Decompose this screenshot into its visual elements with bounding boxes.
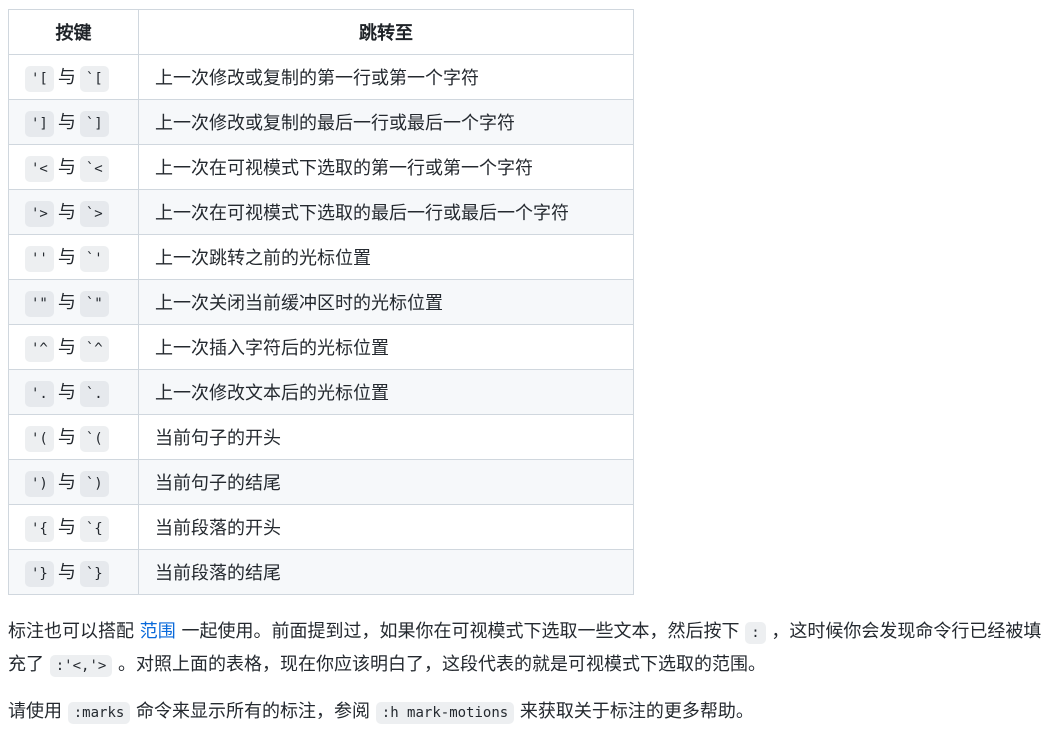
table-row: '(与 `(当前句子的开头: [8, 414, 634, 460]
mark-key-backtick: `(: [79, 425, 109, 452]
key-cell: '} 与 `}: [8, 549, 139, 595]
jump-description: 上一次修改文本后的光标位置: [138, 369, 634, 415]
table-header-row: 按键 跳转至: [8, 9, 634, 55]
jump-description: 当前句子的结尾: [138, 459, 634, 505]
mark-key-quote: '>: [25, 200, 54, 227]
connector-text: 与: [57, 246, 76, 268]
mark-key-quote: '{: [25, 515, 54, 542]
connector-text: 与: [57, 291, 76, 313]
jump-description: 上一次在可视模式下选取的最后一行或最后一个字符: [138, 189, 634, 235]
header-jump-to: 跳转至: [138, 9, 634, 55]
key-cell: '(与 `(: [8, 414, 139, 460]
key-cell: '{与 `{: [8, 504, 139, 550]
mark-key-backtick: `]: [79, 110, 109, 137]
table-row: '] 与 `] 上一次修改或复制的最后一行或最后一个字符: [8, 99, 634, 145]
connector-text: 与: [57, 336, 76, 358]
table-row: '[与 `[上一次修改或复制的第一行或第一个字符: [8, 54, 634, 100]
jump-description: 上一次修改或复制的最后一行或最后一个字符: [138, 99, 634, 145]
connector-text: 与: [57, 381, 76, 403]
mark-key-quote: '[: [25, 65, 54, 92]
connector-text: 与: [57, 201, 76, 223]
mark-key-quote: '}: [25, 560, 54, 587]
marks-command-code: :marks: [67, 702, 131, 724]
jump-description: 上一次跳转之前的光标位置: [138, 234, 634, 280]
mark-key-backtick: `.: [79, 380, 109, 407]
mark-key-quote: '': [25, 245, 54, 272]
table-body: '[与 `[上一次修改或复制的第一行或第一个字符 '] 与 `] 上一次修改或复制的最后一…: [8, 54, 634, 595]
header-keys: 按键: [8, 9, 139, 55]
connector-text: 与: [57, 156, 76, 178]
table-row: '} 与 `} 当前段落的结尾: [8, 549, 634, 595]
mark-key-backtick: `": [79, 290, 109, 317]
para2-text-a: 请使用: [8, 701, 68, 722]
table-row: '{与 `{当前段落的开头: [8, 504, 634, 550]
mark-key-quote: '.: [25, 380, 54, 407]
key-cell: '> 与 `>: [8, 189, 139, 235]
paragraph-marks-help: 请使用 :marks 命令来显示所有的标注，参阅 :h mark-motions…: [8, 696, 1055, 729]
connector-text: 与: [57, 471, 76, 493]
key-cell: '< 与 `<: [8, 144, 139, 190]
mark-key-backtick: `': [79, 245, 109, 272]
connector-text: 与: [57, 516, 76, 538]
para1-text-b: 一起使用。前面提到过，如果你在可视模式下选取一些文本，然后按下: [175, 621, 746, 642]
jump-description: 上一次修改或复制的第一行或第一个字符: [138, 54, 634, 100]
mark-key-backtick: `{: [79, 515, 109, 542]
paragraph-range-usage: 标注也可以搭配 范围 一起使用。前面提到过，如果你在可视模式下选取一些文本，然后…: [8, 616, 1055, 682]
table-row: '^ 与 `^ 上一次插入字符后的光标位置: [8, 324, 634, 370]
mark-key-quote: '^: [25, 335, 54, 362]
mark-key-backtick: `}: [79, 560, 109, 587]
mark-key-backtick: `): [79, 470, 109, 497]
document: 按键 跳转至 '[与 `[上一次修改或复制的第一行或第一个字符 '] 与 `] 上一次修改…: [0, 0, 1055, 733]
help-command-code: :h mark-motions: [375, 702, 515, 724]
key-cell: '" 与 `": [8, 279, 139, 325]
table-row: '< 与 `< 上一次在可视模式下选取的第一行或第一个字符: [8, 144, 634, 190]
table-row: '. 与 `. 上一次修改文本后的光标位置: [8, 369, 634, 415]
connector-text: 与: [57, 66, 76, 88]
mark-key-quote: ']: [25, 110, 54, 137]
mark-key-quote: '": [25, 290, 54, 317]
mark-key-quote: '(: [25, 425, 54, 452]
para1-text-a: 标注也可以搭配: [8, 621, 140, 642]
mark-key-quote: '): [25, 470, 54, 497]
mark-key-backtick: `^: [79, 335, 109, 362]
connector-text: 与: [57, 111, 76, 133]
para1-text-d: 。对照上面的表格，现在你应该明白了，这段代表的就是可视模式下选取的范围。: [112, 654, 767, 675]
range-link[interactable]: 范围: [140, 621, 176, 642]
para2-text-c: 来获取关于标注的更多帮助。: [514, 701, 754, 722]
colon-code: :: [745, 622, 766, 644]
jump-description: 上一次关闭当前缓冲区时的光标位置: [138, 279, 634, 325]
marks-table: 按键 跳转至 '[与 `[上一次修改或复制的第一行或第一个字符 '] 与 `] 上一次修改…: [8, 9, 634, 595]
jump-description: 当前段落的开头: [138, 504, 634, 550]
jump-description: 当前句子的开头: [138, 414, 634, 460]
table-row: '" 与 `" 上一次关闭当前缓冲区时的光标位置: [8, 279, 634, 325]
jump-description: 上一次在可视模式下选取的第一行或第一个字符: [138, 144, 634, 190]
visual-range-code: :'<,'>: [49, 655, 113, 677]
table-row: ') 与 `) 当前句子的结尾: [8, 459, 634, 505]
table-row: '' 与 `' 上一次跳转之前的光标位置: [8, 234, 634, 280]
key-cell: '[与 `[: [8, 54, 139, 100]
connector-text: 与: [57, 561, 76, 583]
mark-key-quote: '<: [25, 155, 54, 182]
mark-key-backtick: `[: [79, 65, 109, 92]
key-cell: '] 与 `]: [8, 99, 139, 145]
key-cell: '^ 与 `^: [8, 324, 139, 370]
table-row: '> 与 `> 上一次在可视模式下选取的最后一行或最后一个字符: [8, 189, 634, 235]
key-cell: '. 与 `.: [8, 369, 139, 415]
mark-key-backtick: `<: [79, 155, 109, 182]
para2-text-b: 命令来显示所有的标注，参阅: [130, 701, 376, 722]
connector-text: 与: [57, 426, 76, 448]
mark-key-backtick: `>: [79, 200, 109, 227]
jump-description: 当前段落的结尾: [138, 549, 634, 595]
key-cell: ') 与 `): [8, 459, 139, 505]
key-cell: '' 与 `': [8, 234, 139, 280]
jump-description: 上一次插入字符后的光标位置: [138, 324, 634, 370]
